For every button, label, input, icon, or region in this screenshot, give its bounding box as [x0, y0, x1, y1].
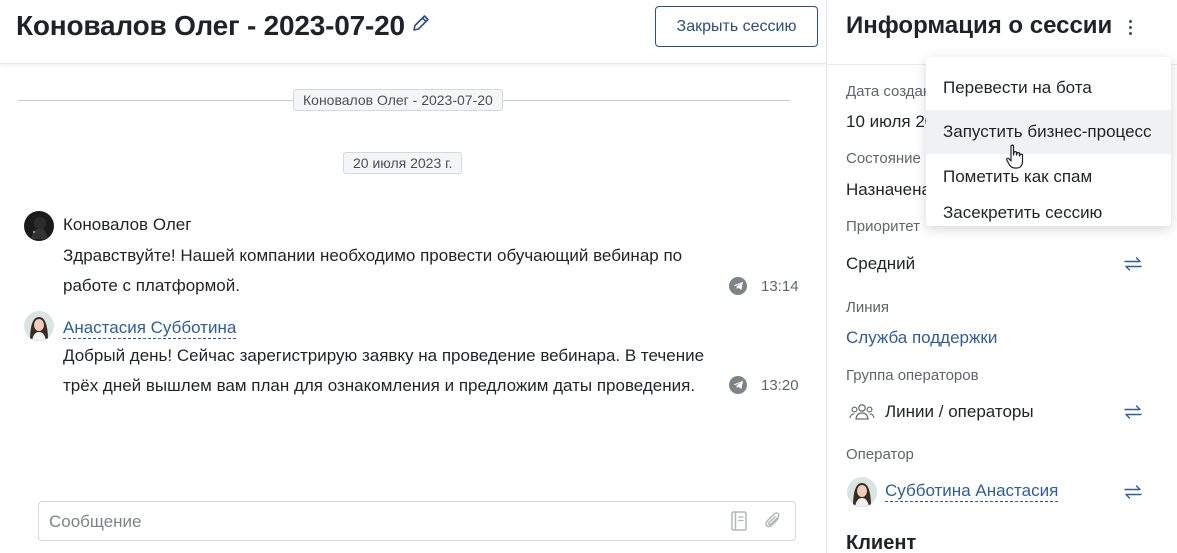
attachment-icon[interactable] — [763, 510, 783, 532]
chat-title: Коновалов Олег - 2023-07-20 — [16, 10, 405, 41]
operator-avatar[interactable] — [847, 477, 877, 507]
edit-pencil-icon[interactable] — [410, 12, 432, 34]
close-session-button[interactable]: Закрыть сессию — [655, 6, 818, 47]
knowledge-base-icon[interactable] — [729, 510, 749, 532]
message-meta: 13:20 — [729, 376, 799, 394]
telegram-icon — [729, 376, 747, 394]
operator-label: Оператор — [846, 446, 914, 463]
message-text: Здравствуйте! Нашей компании необходимо … — [63, 246, 683, 295]
chat-area: Коновалов Олег - 2023-07-20 Закрыть сесс… — [0, 0, 826, 553]
change-priority-icon[interactable] — [1123, 257, 1143, 271]
operator-name-link[interactable]: Субботина Анастасия — [885, 481, 1059, 502]
priority-value: Средний — [846, 254, 916, 273]
state-label: Состояние — [846, 150, 921, 167]
message-text: Добрый день! Сейчас зарегистрирую заявку… — [63, 346, 705, 395]
menu-item-make-secret[interactable]: Засекретить сессию — [926, 191, 1171, 226]
operator-avatar[interactable] — [24, 311, 54, 341]
menu-item-start-business-process[interactable]: Запустить бизнес-процесс — [926, 110, 1171, 154]
line-label: Линия — [846, 299, 890, 316]
panel-title: Информация о сессии — [846, 12, 1113, 39]
change-group-icon[interactable] — [1123, 405, 1143, 419]
state-value: Назначена — [846, 180, 931, 199]
menu-item-transfer-to-bot[interactable]: Перевести на бота — [926, 66, 1171, 110]
message-time: 13:20 — [761, 376, 799, 394]
group-label: Группа операторов — [846, 367, 979, 384]
change-operator-icon[interactable] — [1123, 485, 1143, 499]
client-section-title: Клиент — [846, 532, 917, 553]
message-author: Коновалов Олег — [63, 215, 192, 234]
group-value: Линии / операторы — [885, 402, 1034, 421]
client-avatar[interactable] — [24, 211, 54, 241]
session-actions-menu: Перевести на бота Запустить бизнес-проце… — [926, 57, 1171, 226]
priority-label: Приоритет — [846, 218, 920, 235]
line-value-link[interactable]: Служба поддержки — [846, 326, 997, 350]
telegram-icon — [729, 277, 747, 295]
message-meta: 13:14 — [729, 277, 799, 295]
message-input[interactable] — [49, 508, 709, 536]
system-chat-label: Коновалов Олег - 2023-07-20 — [293, 89, 503, 111]
message-author-link[interactable]: Анастасия Субботина — [63, 318, 237, 339]
chat-header: Коновалов Олег - 2023-07-20 Закрыть сесс… — [0, 0, 826, 64]
group-users-icon — [849, 404, 875, 420]
more-menu-icon[interactable] — [1120, 16, 1140, 38]
date-separator: 20 июля 2023 г. — [343, 152, 463, 174]
message-input-box — [38, 501, 796, 541]
message-time: 13:14 — [761, 277, 799, 295]
